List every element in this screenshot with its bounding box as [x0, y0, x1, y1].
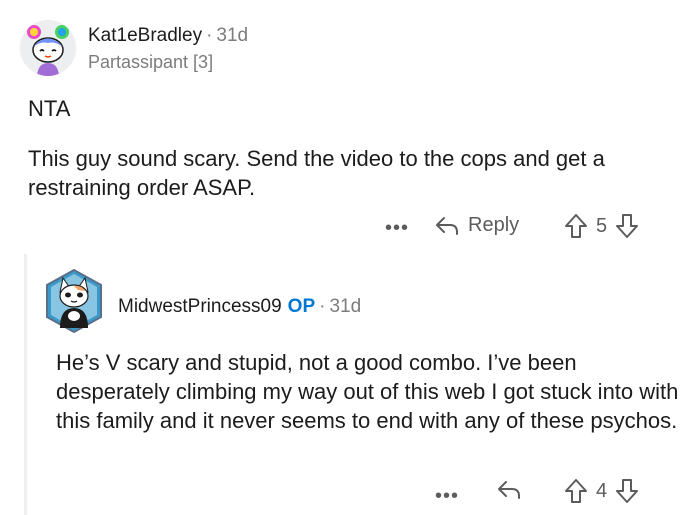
more-options-button[interactable]: •••	[435, 486, 459, 506]
avatar[interactable]	[20, 20, 76, 76]
author-name[interactable]: Kat1eBradley	[88, 25, 202, 46]
comment-time: 31d	[216, 25, 249, 46]
nft-avatar-icon	[46, 268, 102, 334]
snoo-avatar-icon	[20, 20, 76, 76]
comment-meta: MidwestPrincess09 OP · 31d	[118, 295, 361, 319]
reply-arrow-icon	[498, 481, 520, 499]
thread-line[interactable]	[24, 254, 27, 515]
upvote-arrow-icon[interactable]	[564, 213, 588, 239]
meta-separator: ·	[206, 25, 213, 46]
vote-score: 5	[596, 214, 608, 237]
reply-button[interactable]: Reply	[434, 214, 519, 237]
reply-arrow-icon	[436, 216, 458, 235]
reply-label: Reply	[468, 214, 520, 236]
upvote-arrow-icon[interactable]	[564, 478, 588, 504]
more-options-button[interactable]: •••	[385, 218, 409, 238]
downvote-arrow-icon[interactable]	[615, 478, 639, 504]
comment-body-line: NTA	[28, 96, 71, 121]
vote-controls: 5	[564, 213, 639, 239]
user-flair: Partassipant [3]	[88, 52, 214, 72]
reply-button[interactable]	[496, 479, 522, 506]
meta-separator: ·	[319, 296, 326, 317]
comment-time: 31d	[329, 296, 362, 317]
comment-body: This guy sound scary. Send the video to …	[28, 146, 605, 200]
comment-body: He’s V scary and stupid, not a good comb…	[56, 350, 679, 433]
comment-meta: Kat1eBradley · 31d	[88, 24, 248, 48]
op-badge: OP	[287, 296, 316, 317]
author-name[interactable]: MidwestPrincess09	[118, 296, 282, 317]
downvote-arrow-icon[interactable]	[615, 213, 639, 239]
vote-score: 4	[596, 479, 608, 502]
vote-controls: 4	[564, 478, 639, 504]
avatar[interactable]	[44, 268, 104, 334]
